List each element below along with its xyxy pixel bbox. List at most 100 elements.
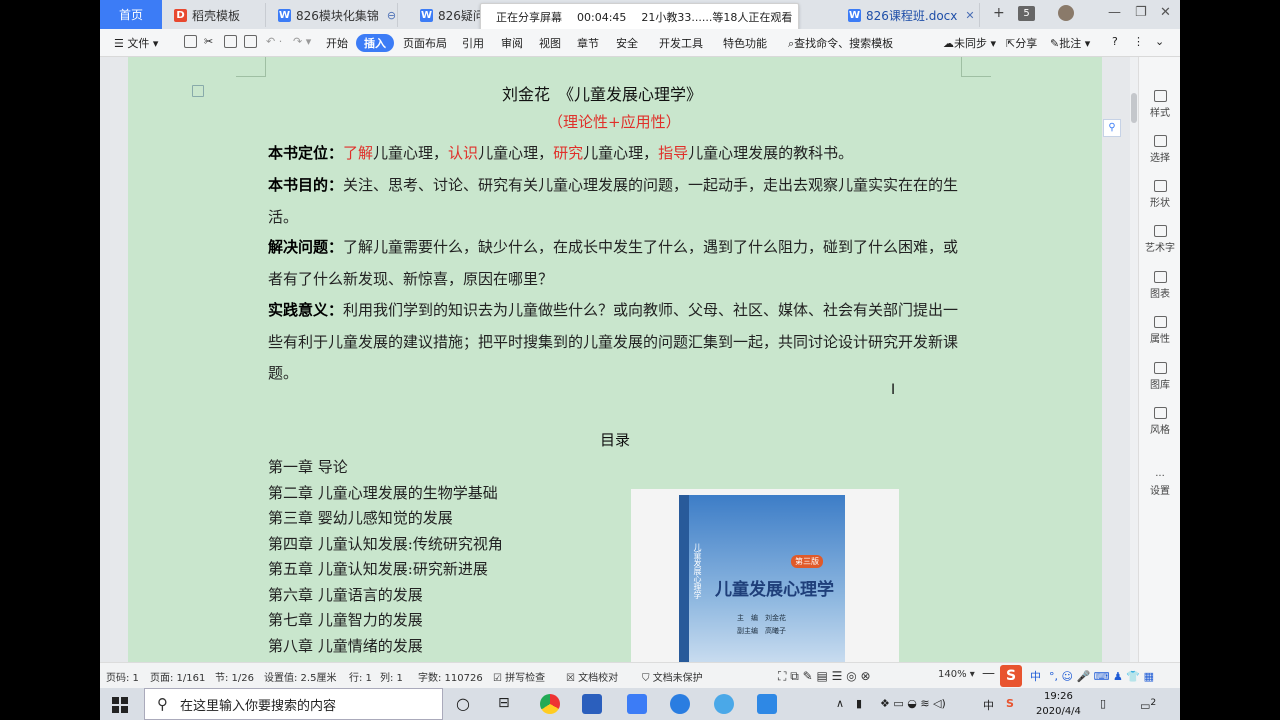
classroom-app-icon[interactable]: [757, 694, 777, 714]
word-icon[interactable]: [582, 694, 602, 714]
toc-item[interactable]: 第七章 儿童智力的发展: [268, 608, 503, 634]
comment-button[interactable]: ✎批注 ▾: [1050, 35, 1090, 51]
page-subtitle[interactable]: （理论性+应用性）: [548, 111, 681, 132]
toc-item[interactable]: 第四章 儿童认知发展:传统研究视角: [268, 532, 503, 558]
paragraph-problems[interactable]: 解决问题：了解儿童需要什么，缺少什么，在成长中发生了什么，遇到了什么阻力，碰到了…: [268, 232, 968, 295]
toc-item[interactable]: 第六章 儿童语言的发展: [268, 583, 503, 609]
redo-icon[interactable]: ↷ ▾: [293, 35, 311, 48]
tray-app-icons[interactable]: ❖ ▭ ◒ ≋ ◁): [880, 697, 946, 710]
paragraph-purpose[interactable]: 本书目的：关注、思考、讨论、研究有关儿童心理发展的问题，一起动手，走出去观察儿童…: [268, 170, 968, 233]
restore-icon[interactable]: ❐: [1135, 5, 1147, 20]
paragraph-significance[interactable]: 实践意义：利用我们学到的知识去为儿童做些什么？或向教师、父母、社区、媒体、社会有…: [268, 295, 968, 390]
toc-item[interactable]: 第八章 儿童情绪的发展: [268, 634, 503, 660]
side-theme[interactable]: 风格: [1139, 407, 1181, 436]
taskbar-search[interactable]: ⚲ 在这里输入你要搜索的内容: [144, 688, 443, 720]
protect-status[interactable]: ⛉ 文档未保护: [642, 669, 703, 684]
toc-item[interactable]: 第五章 儿童认知发展:研究新进展: [268, 557, 503, 583]
status-row[interactable]: 行: 1: [349, 669, 372, 684]
more-icon[interactable]: ⋮: [1133, 35, 1144, 48]
paragraph-positioning[interactable]: 本书定位：了解儿童心理，认识儿童心理，研究儿童心理，指导儿童心理发展的教科书。: [268, 138, 968, 170]
close-icon[interactable]: ✕: [965, 9, 974, 22]
sogou-tray-icon[interactable]: S: [1006, 697, 1014, 710]
pen-app-icon[interactable]: [714, 694, 734, 714]
paragraph-menu-icon[interactable]: [192, 85, 204, 97]
zoom-level[interactable]: 140% ▾: [938, 669, 975, 680]
print-preview-icon[interactable]: [244, 35, 257, 48]
mic-icon[interactable]: ▮: [856, 697, 862, 710]
tab-chapter[interactable]: 章节: [577, 35, 599, 51]
zoom-out-icon[interactable]: —: [982, 666, 995, 681]
save-icon[interactable]: [184, 35, 197, 48]
toc-item[interactable]: 第二章 儿童心理发展的生物学基础: [268, 481, 503, 507]
side-wordart[interactable]: 艺术字: [1139, 225, 1181, 254]
menu-file[interactable]: ☰ 文件 ▾: [114, 35, 158, 51]
help-icon[interactable]: ?: [1112, 35, 1118, 48]
ime-tool-icons[interactable]: °, ☺ 🎤 ⌨ ♟ 👕 ▦: [1049, 670, 1154, 683]
tray-expand-icon[interactable]: ∧: [836, 697, 844, 710]
side-chart[interactable]: 图表: [1139, 271, 1181, 300]
minimize-icon[interactable]: —: [1108, 5, 1121, 20]
ime-indicator[interactable]: 中: [983, 697, 994, 713]
tab-826-course[interactable]: W 826课程班.docx ✕: [840, 3, 980, 27]
table-of-contents[interactable]: 第一章 导论 第二章 儿童心理发展的生物学基础 第三章 婴幼儿感知觉的发展 第四…: [268, 455, 503, 659]
taskbar-clock[interactable]: 19:26 2020/4/4: [1036, 689, 1081, 719]
task-view-icon[interactable]: ⊟: [498, 695, 510, 711]
new-tab-button[interactable]: +: [993, 5, 1005, 21]
tab-layout[interactable]: 页面布局: [403, 35, 447, 51]
notification-icon[interactable]: ▭2: [1140, 697, 1156, 713]
proofread-button[interactable]: ☒ 文档校对: [566, 669, 618, 684]
status-section[interactable]: 节: 1/26: [215, 669, 254, 684]
ime-toolbar[interactable]: S 中 °, ☺ 🎤 ⌨ ♟ 👕 ▦: [1000, 663, 1180, 689]
toc-item[interactable]: 第一章 导论: [268, 455, 503, 481]
spell-check-button[interactable]: ☑ 拼写检查: [493, 669, 545, 684]
command-search[interactable]: ⌕查找命令、搜索模板: [788, 35, 893, 51]
vertical-scrollbar[interactable]: [1130, 57, 1138, 662]
document-area[interactable]: 刘金花 《儿童发展心理学》 （理论性+应用性） 本书定位：了解儿童心理，认识儿童…: [100, 57, 1130, 662]
document-page[interactable]: 刘金花 《儿童发展心理学》 （理论性+应用性） 本书定位：了解儿童心理，认识儿童…: [128, 57, 1102, 662]
tab-count-badge[interactable]: 5: [1018, 6, 1035, 21]
tab-view[interactable]: 视图: [539, 35, 561, 51]
close-window-icon[interactable]: ✕: [1160, 5, 1171, 20]
tab-daoke-template[interactable]: D 稻壳模板: [166, 3, 266, 27]
tab-security[interactable]: 安全: [616, 35, 638, 51]
page-title[interactable]: 刘金花 《儿童发展心理学》: [502, 81, 702, 105]
tab-reference[interactable]: 引用: [462, 35, 484, 51]
view-mode-icons[interactable]: ⛶ ⧉ ✎ ▤ ☰ ◎ ⊗: [778, 669, 871, 684]
format-painter-icon[interactable]: ✂: [204, 35, 213, 48]
undo-icon[interactable]: ↶ ·: [266, 35, 282, 48]
status-col[interactable]: 列: 1: [380, 669, 403, 684]
print-icon[interactable]: [224, 35, 237, 48]
status-words[interactable]: 字数: 110726: [418, 669, 483, 684]
side-settings[interactable]: ··· 设置: [1139, 471, 1181, 497]
tab-features[interactable]: 特色功能: [723, 35, 767, 51]
sync-status[interactable]: ☁未同步 ▾: [943, 35, 996, 51]
side-style[interactable]: 样式: [1139, 90, 1181, 119]
collapse-ribbon-icon[interactable]: ⌄: [1155, 35, 1164, 48]
tab-start[interactable]: 开始: [326, 35, 348, 51]
status-setting[interactable]: 设置值: 2.5厘米: [264, 669, 336, 684]
windows-start-icon[interactable]: [112, 697, 128, 713]
tab-826-modules[interactable]: W 826模块化集锦 ⊖: [270, 3, 398, 27]
tab-insert[interactable]: 插入: [356, 34, 394, 52]
feishu-icon[interactable]: [670, 694, 690, 714]
tab-home[interactable]: 首页: [100, 0, 162, 29]
side-properties[interactable]: 属性: [1139, 316, 1181, 345]
side-select[interactable]: 选择: [1139, 135, 1181, 164]
status-page-no[interactable]: 页码: 1: [106, 669, 139, 684]
wps-writer-icon[interactable]: [627, 694, 647, 714]
tab-review[interactable]: 审阅: [501, 35, 523, 51]
toc-item[interactable]: 第三章 婴幼儿感知觉的发展: [268, 506, 503, 532]
avatar[interactable]: [1058, 5, 1074, 21]
cortana-icon[interactable]: ○: [456, 694, 470, 713]
side-gallery[interactable]: 图库: [1139, 362, 1181, 391]
status-page[interactable]: 页面: 1/161: [150, 669, 205, 684]
ime-lang[interactable]: 中: [1030, 668, 1041, 684]
chrome-icon[interactable]: [540, 694, 560, 714]
side-shape[interactable]: 形状: [1139, 180, 1181, 209]
sogou-ime-icon[interactable]: S: [1000, 665, 1022, 687]
scrollbar-thumb[interactable]: [1131, 93, 1137, 123]
toc-title[interactable]: 目录: [600, 429, 630, 450]
show-desktop-icon[interactable]: ▯: [1100, 697, 1106, 710]
book-cover-image[interactable]: 儿童发展心理学 第三版 儿童发展心理学 主 编 刘金花 副主编 高曦子: [631, 489, 899, 662]
location-icon[interactable]: ⚲: [1103, 119, 1121, 137]
